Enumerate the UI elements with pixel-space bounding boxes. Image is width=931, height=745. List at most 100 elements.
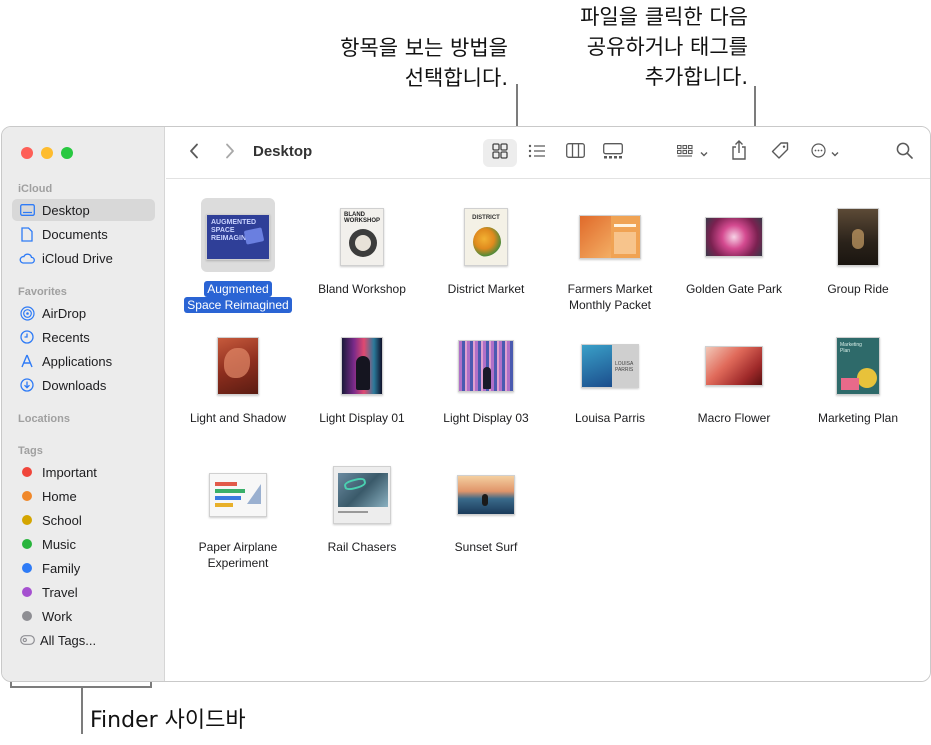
callout-text-line: 파일을 클릭한 다음 — [580, 5, 748, 29]
file-item-louisa-parris[interactable]: LOUISA PARRIS Louisa Parris — [548, 329, 672, 439]
callout-text-line: 공유하거나 태그를 — [586, 35, 748, 59]
file-item-farmers-market-monthly-packet[interactable]: Farmers Market Monthly Packet — [548, 200, 672, 312]
tag-label: Family — [42, 560, 81, 576]
applications-icon — [19, 353, 35, 369]
file-thumbnail: Marketing Plan — [796, 329, 920, 403]
thumbnail-art-shape — [841, 378, 859, 390]
file-thumbnail: BLAND WORKSHOP — [300, 200, 424, 274]
tag-label: Home — [42, 488, 77, 504]
document-thumbnail: DISTRICT — [464, 208, 508, 266]
search-icon — [896, 142, 913, 164]
sidebar-section-favorites: Favorites — [18, 286, 67, 298]
file-label-line: Golden Gate Park — [685, 282, 783, 296]
file-item-golden-gate-park[interactable]: Golden Gate Park — [672, 200, 796, 310]
thumbnail-art-shape — [482, 494, 488, 506]
file-item-paper-airplane-experiment[interactable]: Paper Airplane Experiment — [176, 458, 300, 570]
file-thumbnail: LOUISA PARRIS — [548, 329, 672, 403]
callout-text-line: 선택합니다. — [404, 66, 508, 90]
sidebar-item-desktop[interactable]: Desktop — [12, 199, 155, 221]
gallery-view-button[interactable] — [596, 139, 630, 167]
gallery-icon — [603, 142, 623, 164]
sidebar-item-downloads[interactable]: Downloads — [12, 374, 155, 396]
thumbnail-art-shape — [215, 482, 237, 486]
tag-icon — [770, 141, 790, 166]
file-label: Sunset Surf — [424, 539, 548, 555]
tag-button[interactable] — [767, 140, 793, 166]
sidebar-tag-work[interactable]: Work — [12, 605, 155, 627]
sidebar-all-tags[interactable]: All Tags... — [12, 629, 155, 651]
file-label: Augmented Space Reimagined — [176, 281, 300, 313]
sidebar-item-label: AirDrop — [42, 305, 87, 321]
blue-tag-dot — [22, 563, 32, 573]
more-actions-menu[interactable] — [806, 141, 844, 165]
thumbnail-art-shape — [355, 235, 371, 251]
thumbnail-art-shape — [243, 227, 265, 245]
share-button[interactable] — [728, 139, 750, 165]
thumbnail-art-shape — [483, 367, 491, 389]
thumbnail-art-shape — [852, 229, 864, 249]
thumbnail-art-shape — [582, 345, 612, 387]
file-label: Macro Flower — [672, 410, 796, 426]
file-item-rail-chasers[interactable]: Rail Chasers — [300, 458, 424, 568]
document-icon — [19, 226, 35, 242]
file-item-light-display-03[interactable]: Light Display 03 — [424, 329, 548, 439]
forward-button[interactable] — [220, 141, 240, 165]
sidebar-tag-school[interactable]: School — [12, 509, 155, 531]
tag-outline-icon — [19, 632, 35, 648]
column-view-button[interactable] — [558, 139, 592, 167]
sidebar-item-documents[interactable]: Documents — [12, 223, 155, 245]
chevron-down-icon — [831, 144, 839, 162]
minimize-button[interactable] — [41, 147, 53, 159]
sidebar-tag-important[interactable]: Important — [12, 461, 155, 483]
sidebar-item-label: Downloads — [42, 377, 107, 393]
file-thumbnail — [300, 329, 424, 403]
file-label-line: Paper Airplane — [198, 540, 278, 554]
green-tag-dot — [22, 539, 32, 549]
search-button[interactable] — [892, 141, 916, 165]
file-label-line: Light Display 01 — [319, 411, 405, 425]
callout-text-line: 추가합니다. — [644, 65, 748, 89]
ellipsis-circle-icon — [811, 143, 826, 163]
sidebar-item-icloud-drive[interactable]: iCloud Drive — [12, 247, 155, 269]
file-label-line: Louisa Parris — [574, 411, 646, 425]
file-item-bland-workshop[interactable]: BLAND WORKSHOP Bland Workshop — [300, 200, 424, 310]
sidebar-tag-home[interactable]: Home — [12, 485, 155, 507]
file-item-light-and-shadow[interactable]: Light and Shadow — [176, 329, 300, 439]
red-tag-dot — [22, 467, 32, 477]
icon-view-button[interactable] — [483, 139, 517, 167]
photo-thumbnail — [837, 208, 879, 266]
thumbnail-art-shape — [614, 232, 636, 254]
cloud-icon — [19, 250, 35, 266]
file-label-line: Marketing Plan — [817, 411, 899, 425]
file-item-group-ride[interactable]: Group Ride — [796, 200, 920, 310]
sidebar-item-airdrop[interactable]: AirDrop — [12, 302, 155, 324]
file-item-augmented-space-reimagined[interactable]: AUGMENTED SPACE REIMAGINED Augmented Space … — [176, 198, 300, 313]
thumbnail-art-shape — [215, 496, 241, 500]
file-item-macro-flower[interactable]: Macro Flower — [672, 329, 796, 439]
sidebar-item-applications[interactable]: Applications — [12, 350, 155, 372]
file-item-sunset-surf[interactable]: Sunset Surf — [424, 458, 548, 568]
thumbnail-art-shape — [614, 224, 636, 227]
close-button[interactable] — [21, 147, 33, 159]
sidebar-tag-travel[interactable]: Travel — [12, 581, 155, 603]
sidebar-tag-family[interactable]: Family — [12, 557, 155, 579]
file-label: Group Ride — [796, 281, 920, 297]
group-by-menu[interactable] — [671, 141, 713, 165]
file-thumbnail — [672, 200, 796, 274]
yellow-tag-dot — [22, 515, 32, 525]
view-options-callout: 항목을 보는 방법을 선택합니다. — [300, 33, 508, 93]
file-item-district-market[interactable]: DISTRICT District Market — [424, 200, 548, 310]
back-button[interactable] — [184, 141, 204, 165]
file-item-marketing-plan[interactable]: Marketing Plan Marketing Plan — [796, 329, 920, 439]
file-label: Golden Gate Park — [672, 281, 796, 297]
file-thumbnail — [424, 458, 548, 532]
share-tag-callout: 파일을 클릭한 다음 공유하거나 태그를 추가합니다. — [540, 2, 748, 92]
sidebar-section-locations: Locations — [18, 413, 70, 425]
sidebar-tag-music[interactable]: Music — [12, 533, 155, 555]
file-item-light-display-01[interactable]: Light Display 01 — [300, 329, 424, 439]
thumbnail-art-shape — [247, 484, 261, 504]
list-view-button[interactable] — [520, 139, 554, 167]
zoom-button[interactable] — [61, 147, 73, 159]
file-label-line: Light and Shadow — [189, 411, 287, 425]
sidebar-item-recents[interactable]: Recents — [12, 326, 155, 348]
